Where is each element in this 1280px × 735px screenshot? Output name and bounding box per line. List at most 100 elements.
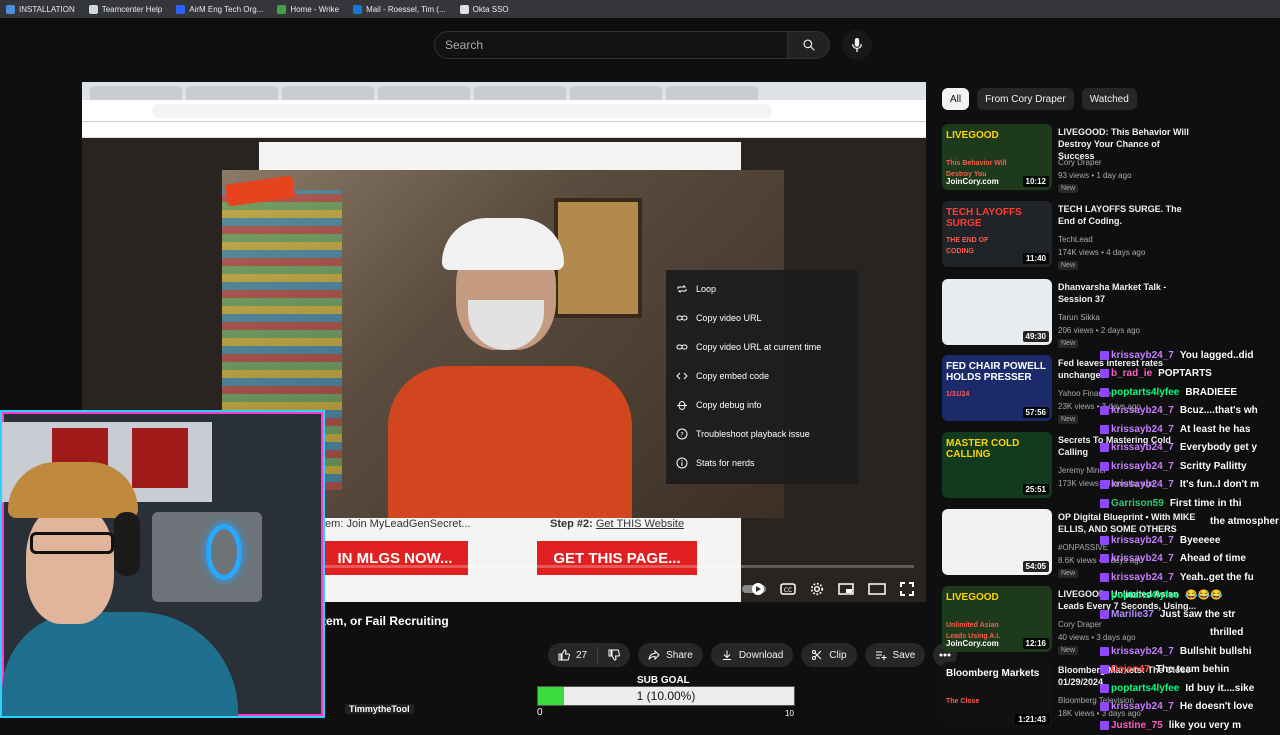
streamer-webcam — [0, 410, 325, 718]
bookmark-item[interactable]: Teamcenter Help — [88, 4, 162, 14]
dislike-button[interactable] — [598, 649, 630, 661]
chat-message: krissayb24_7 It's fun..I don't m — [1100, 476, 1280, 495]
channel-name[interactable]: TechLead — [1058, 235, 1093, 244]
bookmark-label: Home - Wrike — [290, 4, 340, 14]
bookmark-item[interactable]: INSTALLATION — [6, 4, 75, 14]
chat-username: krissayb24_7 — [1111, 553, 1174, 565]
search-button[interactable] — [788, 31, 830, 59]
menu-item-copy-url[interactable]: Copy video URL — [666, 303, 858, 332]
miniplayer-icon[interactable] — [838, 583, 854, 595]
search-input[interactable]: Search — [434, 31, 788, 59]
channel-name[interactable]: Tarun Sikka — [1058, 313, 1100, 322]
search-bar: Search — [434, 30, 872, 60]
video-thumbnail[interactable]: LIVEGOOD Unlimited Asian Leads Using A.I.… — [942, 586, 1052, 652]
bookmark-item[interactable]: Mail - Roessel, Tim (... — [353, 4, 446, 14]
video-meta: 174K views • 4 days ago — [1058, 248, 1146, 257]
player-context-menu: Loop Copy video URL Copy video URL at cu… — [666, 270, 858, 484]
menu-item-copy-embed[interactable]: Copy embed code — [666, 361, 858, 390]
subscriber-badge-icon — [1100, 350, 1109, 360]
subscriber-badge-icon — [1100, 406, 1109, 416]
settings-gear-icon[interactable] — [810, 582, 824, 596]
recommended-video-title[interactable]: TECH LAYOFFS SURGE. The End of Coding. — [1058, 203, 1198, 227]
recommended-video[interactable]: TECH LAYOFFS SURGE THE END OF CODING 11:40… — [942, 201, 1280, 273]
bookmark-item[interactable]: Home - Wrike — [277, 4, 340, 14]
save-button[interactable]: Save — [864, 643, 926, 667]
filter-chip[interactable]: Watched — [1081, 88, 1137, 110]
recommended-video-title[interactable]: Dhanvarsha Market Talk - Session 37 — [1058, 281, 1198, 305]
debug-icon — [677, 400, 687, 410]
chat-text: POPTARTS — [1158, 368, 1212, 380]
download-button[interactable]: Download — [710, 643, 794, 667]
share-button[interactable]: Share — [638, 643, 703, 667]
video-duration: 57:56 — [1022, 407, 1049, 418]
menu-item-copy-url-time[interactable]: Copy video URL at current time — [666, 332, 858, 361]
sub-goal-text: 1 (10.00%) — [636, 689, 696, 703]
embedded-bookmarks — [82, 122, 926, 138]
link-icon — [676, 315, 688, 320]
recommendation-filter-chips: All From Cory Draper Watched — [942, 88, 1137, 110]
chat-text: You lagged..did — [1179, 349, 1254, 361]
filter-chip[interactable]: From Cory Draper — [977, 88, 1074, 110]
channel-name[interactable]: Cory Draper — [1058, 158, 1102, 167]
chat-username: poptarts4lyfee — [1111, 590, 1180, 602]
chat-username: krissayb24_7 — [1111, 460, 1174, 472]
embedded-address-bar — [82, 100, 926, 122]
chat-message: krissayb24_7 He doesn't love — [1100, 698, 1280, 717]
fullscreen-icon[interactable] — [900, 582, 914, 596]
chat-text: Just saw the str — [1159, 608, 1236, 620]
menu-item-copy-debug[interactable]: Copy debug info — [666, 390, 858, 419]
autoplay-toggle-icon[interactable] — [742, 583, 766, 595]
thumbnail-title-text: Bloomberg Markets — [946, 668, 1040, 679]
video-thumbnail[interactable]: MASTER COLD CALLING 25:51 — [942, 432, 1052, 498]
chat-username: krissayb24_7 — [1111, 534, 1174, 546]
subscriber-badge-icon — [1100, 646, 1109, 656]
video-thumbnail[interactable]: 49:30 — [942, 279, 1052, 345]
chat-text: First time in thi — [1169, 497, 1242, 509]
video-thumbnail[interactable]: TECH LAYOFFS SURGE THE END OF CODING 11:40 — [942, 201, 1052, 267]
bookmark-favicon-icon — [88, 4, 98, 14]
chat-username: krissayb24_7 — [1111, 479, 1174, 491]
new-badge: New — [1058, 339, 1079, 348]
video-thumbnail[interactable]: 54:05 — [942, 509, 1052, 575]
video-thumbnail[interactable]: FED CHAIR POWELL HOLDS PRESSER 1/31/24 57:… — [942, 355, 1052, 421]
menu-item-troubleshoot[interactable]: ? Troubleshoot playback issue — [666, 419, 858, 448]
video-duration: 49:30 — [1022, 331, 1049, 342]
thumbnail-subtitle-text: 1/31/24 — [946, 391, 970, 398]
menu-item-loop[interactable]: Loop — [666, 274, 858, 303]
player-controls: CC — [742, 582, 914, 596]
subscriber-badge-icon — [1100, 480, 1109, 490]
chat-username: Marilie37 — [1111, 608, 1154, 620]
recommended-video-title[interactable]: LIVEGOOD: This Behavior Will Destroy You… — [1058, 126, 1198, 162]
recommended-video[interactable]: 49:30 Dhanvarsha Market Talk - Session 37… — [942, 279, 1280, 351]
info-icon — [676, 457, 688, 468]
like-button[interactable]: 27 — [548, 647, 599, 663]
bookmark-favicon-icon — [353, 4, 363, 14]
theater-mode-icon[interactable] — [868, 583, 886, 595]
recommended-video[interactable]: LIVEGOOD This Behavior Will Destroy You Jo… — [942, 124, 1280, 196]
like-count: 27 — [576, 649, 588, 661]
chat-message: b_rad_ie POPTARTS — [1100, 365, 1280, 384]
subscriber-badge-icon — [1100, 609, 1109, 619]
video-thumbnail[interactable]: LIVEGOOD This Behavior Will Destroy You Jo… — [942, 124, 1052, 190]
chat-text: Yeah..get the fu — [1179, 571, 1254, 583]
filter-chip[interactable]: All — [942, 88, 970, 110]
video-thumbnail[interactable]: Bloomberg Markets The Close 1:21:43 — [942, 662, 1052, 728]
bookmark-favicon-icon — [176, 4, 186, 14]
channel-name[interactable]: Cory Draper — [1058, 620, 1102, 629]
bookmark-item[interactable]: AirM Eng Tech Org... — [176, 4, 263, 14]
bookmark-item[interactable]: Okta SSO — [459, 4, 509, 14]
chat-message: krissayb24_7 At least he has — [1100, 420, 1280, 439]
clip-button[interactable]: Clip — [801, 643, 857, 667]
captions-icon[interactable]: CC — [780, 583, 796, 595]
like-dislike-group: 27 — [548, 643, 631, 667]
bookmark-favicon-icon — [6, 4, 15, 14]
thumbnail-subtitle-text: The Close — [946, 698, 980, 705]
subscriber-badge-icon — [1100, 554, 1109, 564]
video-meta: 93 views • 1 day ago — [1058, 171, 1132, 180]
menu-item-stats[interactable]: Stats for nerds — [666, 448, 858, 477]
save-label: Save — [892, 649, 916, 661]
voice-search-button[interactable] — [842, 30, 872, 60]
chat-message: krissayb24_7 Yeah..get the fu — [1100, 568, 1280, 587]
get-page-button: GET THIS PAGE... — [537, 541, 697, 575]
scissors-icon — [812, 650, 822, 660]
